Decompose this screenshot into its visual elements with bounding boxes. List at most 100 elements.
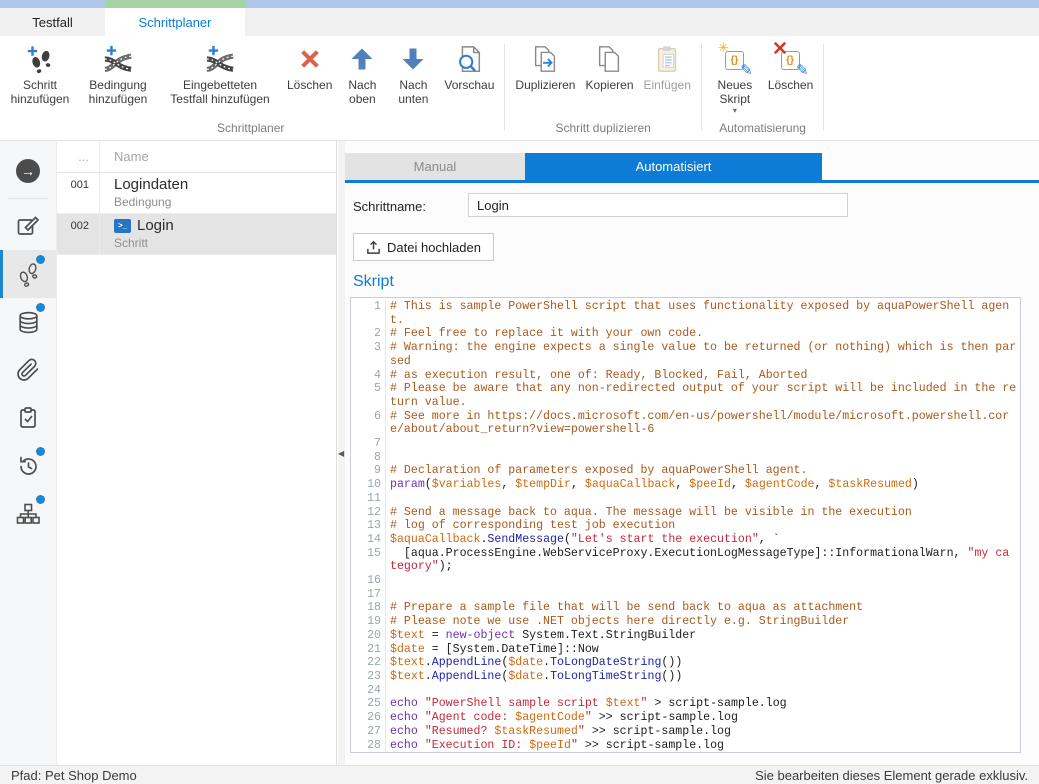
button-label: Neues Skript bbox=[712, 78, 758, 106]
delete-script-button[interactable]: {} ✎ Löschen bbox=[763, 36, 818, 92]
tab-testfall[interactable]: Testfall bbox=[0, 8, 105, 36]
step-row[interactable]: 001LogindatenBedingung bbox=[57, 173, 336, 214]
collapse-left-icon[interactable]: ◀ bbox=[338, 449, 344, 458]
button-label: Löschen bbox=[768, 78, 813, 92]
ribbon-separator bbox=[823, 44, 824, 130]
add-condition-button[interactable]: Bedingung hinzufügen bbox=[78, 36, 158, 106]
tab-automatisiert[interactable]: Automatisiert bbox=[525, 153, 822, 180]
ribbon-separator bbox=[701, 44, 702, 130]
step-list-header: ... Name bbox=[57, 141, 336, 173]
code-line: 20$text = new-object System.Text.StringB… bbox=[351, 629, 1020, 643]
delete-script-icon: {} ✎ bbox=[774, 43, 808, 75]
preview-magnifier-icon bbox=[452, 43, 486, 75]
step-number: 002 bbox=[57, 214, 100, 254]
divider bbox=[8, 198, 48, 199]
button-label: Einfügen bbox=[644, 78, 691, 92]
ribbon: Schritt hinzufügen Bedingung hinzufügen bbox=[0, 36, 1039, 141]
code-line: 9# Declaration of parameters exposed by … bbox=[351, 464, 1020, 478]
add-step-button[interactable]: Schritt hinzufügen bbox=[2, 36, 78, 106]
ribbon-group-label: Schrittplaner bbox=[2, 120, 499, 140]
line-number: 27 bbox=[351, 725, 386, 739]
ribbon-group-label: Automatisierung bbox=[707, 120, 818, 140]
status-bar: Pfad: Pet Shop Demo Sie bearbeiten diese… bbox=[0, 765, 1039, 784]
tab-schrittplaner[interactable]: Schrittplaner bbox=[105, 8, 245, 36]
move-up-button[interactable]: Nach oben bbox=[337, 36, 387, 106]
line-number: 21 bbox=[351, 643, 386, 657]
line-number: 8 bbox=[351, 451, 386, 465]
button-label: Schritt hinzufügen bbox=[7, 78, 73, 106]
button-label: Kopieren bbox=[585, 78, 633, 92]
paste-clipboard-icon bbox=[650, 43, 684, 75]
script-heading: Skript bbox=[353, 273, 394, 291]
code-line: 11 bbox=[351, 492, 1020, 506]
code-line: 10param($variables, $tempDir, $aquaCallb… bbox=[351, 478, 1020, 492]
line-number: 4 bbox=[351, 369, 386, 383]
line-number: 7 bbox=[351, 437, 386, 451]
step-row[interactable]: 002>_LoginSchritt bbox=[57, 214, 336, 255]
upload-file-button[interactable]: Datei hochladen bbox=[353, 233, 494, 261]
code-line: 23$text.AppendLine($date.ToLongTimeStrin… bbox=[351, 670, 1020, 684]
upload-icon bbox=[366, 240, 381, 255]
line-number: 19 bbox=[351, 615, 386, 629]
line-number: 6 bbox=[351, 410, 386, 437]
step-title: >_Login bbox=[114, 217, 174, 235]
tab-accent-underline bbox=[345, 180, 1039, 183]
active-tab-strip bbox=[105, 0, 245, 8]
paperclip-icon bbox=[16, 358, 40, 382]
junction-plus-icon bbox=[101, 43, 135, 75]
ribbon-group-schritt-duplizieren: Duplizieren Kopieren bbox=[508, 36, 697, 140]
line-number: 17 bbox=[351, 588, 386, 602]
activity-bar: → bbox=[0, 141, 57, 765]
status-path: Pfad: Pet Shop Demo bbox=[11, 768, 137, 783]
move-down-button[interactable]: Nach unten bbox=[387, 36, 439, 106]
status-lock-message: Sie bearbeiten dieses Element gerade exk… bbox=[755, 768, 1028, 783]
sidebar-item-collapse[interactable]: → bbox=[0, 147, 56, 195]
line-number: 22 bbox=[351, 656, 386, 670]
selected-indicator bbox=[0, 250, 3, 298]
line-number: 20 bbox=[351, 629, 386, 643]
new-script-button[interactable]: {}✳✎ Neues Skript ▾ bbox=[707, 36, 763, 115]
sidebar-item-attachments[interactable] bbox=[0, 346, 56, 394]
sidebar-item-edit[interactable] bbox=[0, 202, 56, 250]
step-name-input[interactable] bbox=[468, 193, 848, 217]
line-number: 14 bbox=[351, 533, 386, 547]
add-embedded-testcase-button[interactable]: Eingebetteten Testfall hinzufügen bbox=[158, 36, 282, 106]
history-icon bbox=[16, 454, 40, 478]
code-line: 22$text.AppendLine($date.ToLongDateStrin… bbox=[351, 656, 1020, 670]
line-number: 28 bbox=[351, 739, 386, 753]
script-code-editor[interactable]: 1# This is sample PowerShell script that… bbox=[350, 297, 1021, 753]
hierarchy-icon bbox=[16, 502, 40, 526]
tab-manual[interactable]: Manual bbox=[345, 153, 525, 180]
button-label: Nach unten bbox=[392, 78, 434, 106]
code-line: 1# This is sample PowerShell script that… bbox=[351, 300, 1020, 327]
arrow-right-circle-icon: → bbox=[16, 159, 40, 183]
code-line: 24 bbox=[351, 684, 1020, 698]
code-line: 18# Prepare a sample file that will be s… bbox=[351, 601, 1020, 615]
line-number: 16 bbox=[351, 574, 386, 588]
line-number: 5 bbox=[351, 382, 386, 409]
code-line: 28echo "Execution ID: $peeId" >> script-… bbox=[351, 739, 1020, 753]
delete-step-button[interactable]: Löschen bbox=[282, 36, 337, 92]
sidebar-item-hierarchy[interactable] bbox=[0, 490, 56, 538]
edit-icon bbox=[16, 214, 40, 238]
code-line: 8 bbox=[351, 451, 1020, 465]
sidebar-item-history[interactable] bbox=[0, 442, 56, 490]
ribbon-group-label: Schritt duplizieren bbox=[510, 120, 695, 140]
sidebar-item-data[interactable] bbox=[0, 298, 56, 346]
junction-plus-icon bbox=[203, 43, 237, 75]
paste-button[interactable]: Einfügen bbox=[639, 36, 696, 92]
sidebar-item-steps[interactable] bbox=[0, 250, 56, 298]
button-label: Bedingung hinzufügen bbox=[83, 78, 153, 106]
copy-button[interactable]: Kopieren bbox=[580, 36, 638, 92]
code-line: 15 [aqua.ProcessEngine.WebServiceProxy.E… bbox=[351, 547, 1020, 574]
button-label: Vorschau bbox=[444, 78, 494, 92]
line-number: 18 bbox=[351, 601, 386, 615]
preview-button[interactable]: Vorschau bbox=[439, 36, 499, 92]
chevron-down-icon: ▾ bbox=[733, 107, 737, 115]
line-number: 11 bbox=[351, 492, 386, 506]
duplicate-button[interactable]: Duplizieren bbox=[510, 36, 580, 92]
notification-badge bbox=[36, 255, 45, 264]
panel-splitter[interactable]: ◀ bbox=[338, 141, 345, 765]
sidebar-item-tasks[interactable] bbox=[0, 394, 56, 442]
footprints-icon bbox=[15, 261, 41, 287]
